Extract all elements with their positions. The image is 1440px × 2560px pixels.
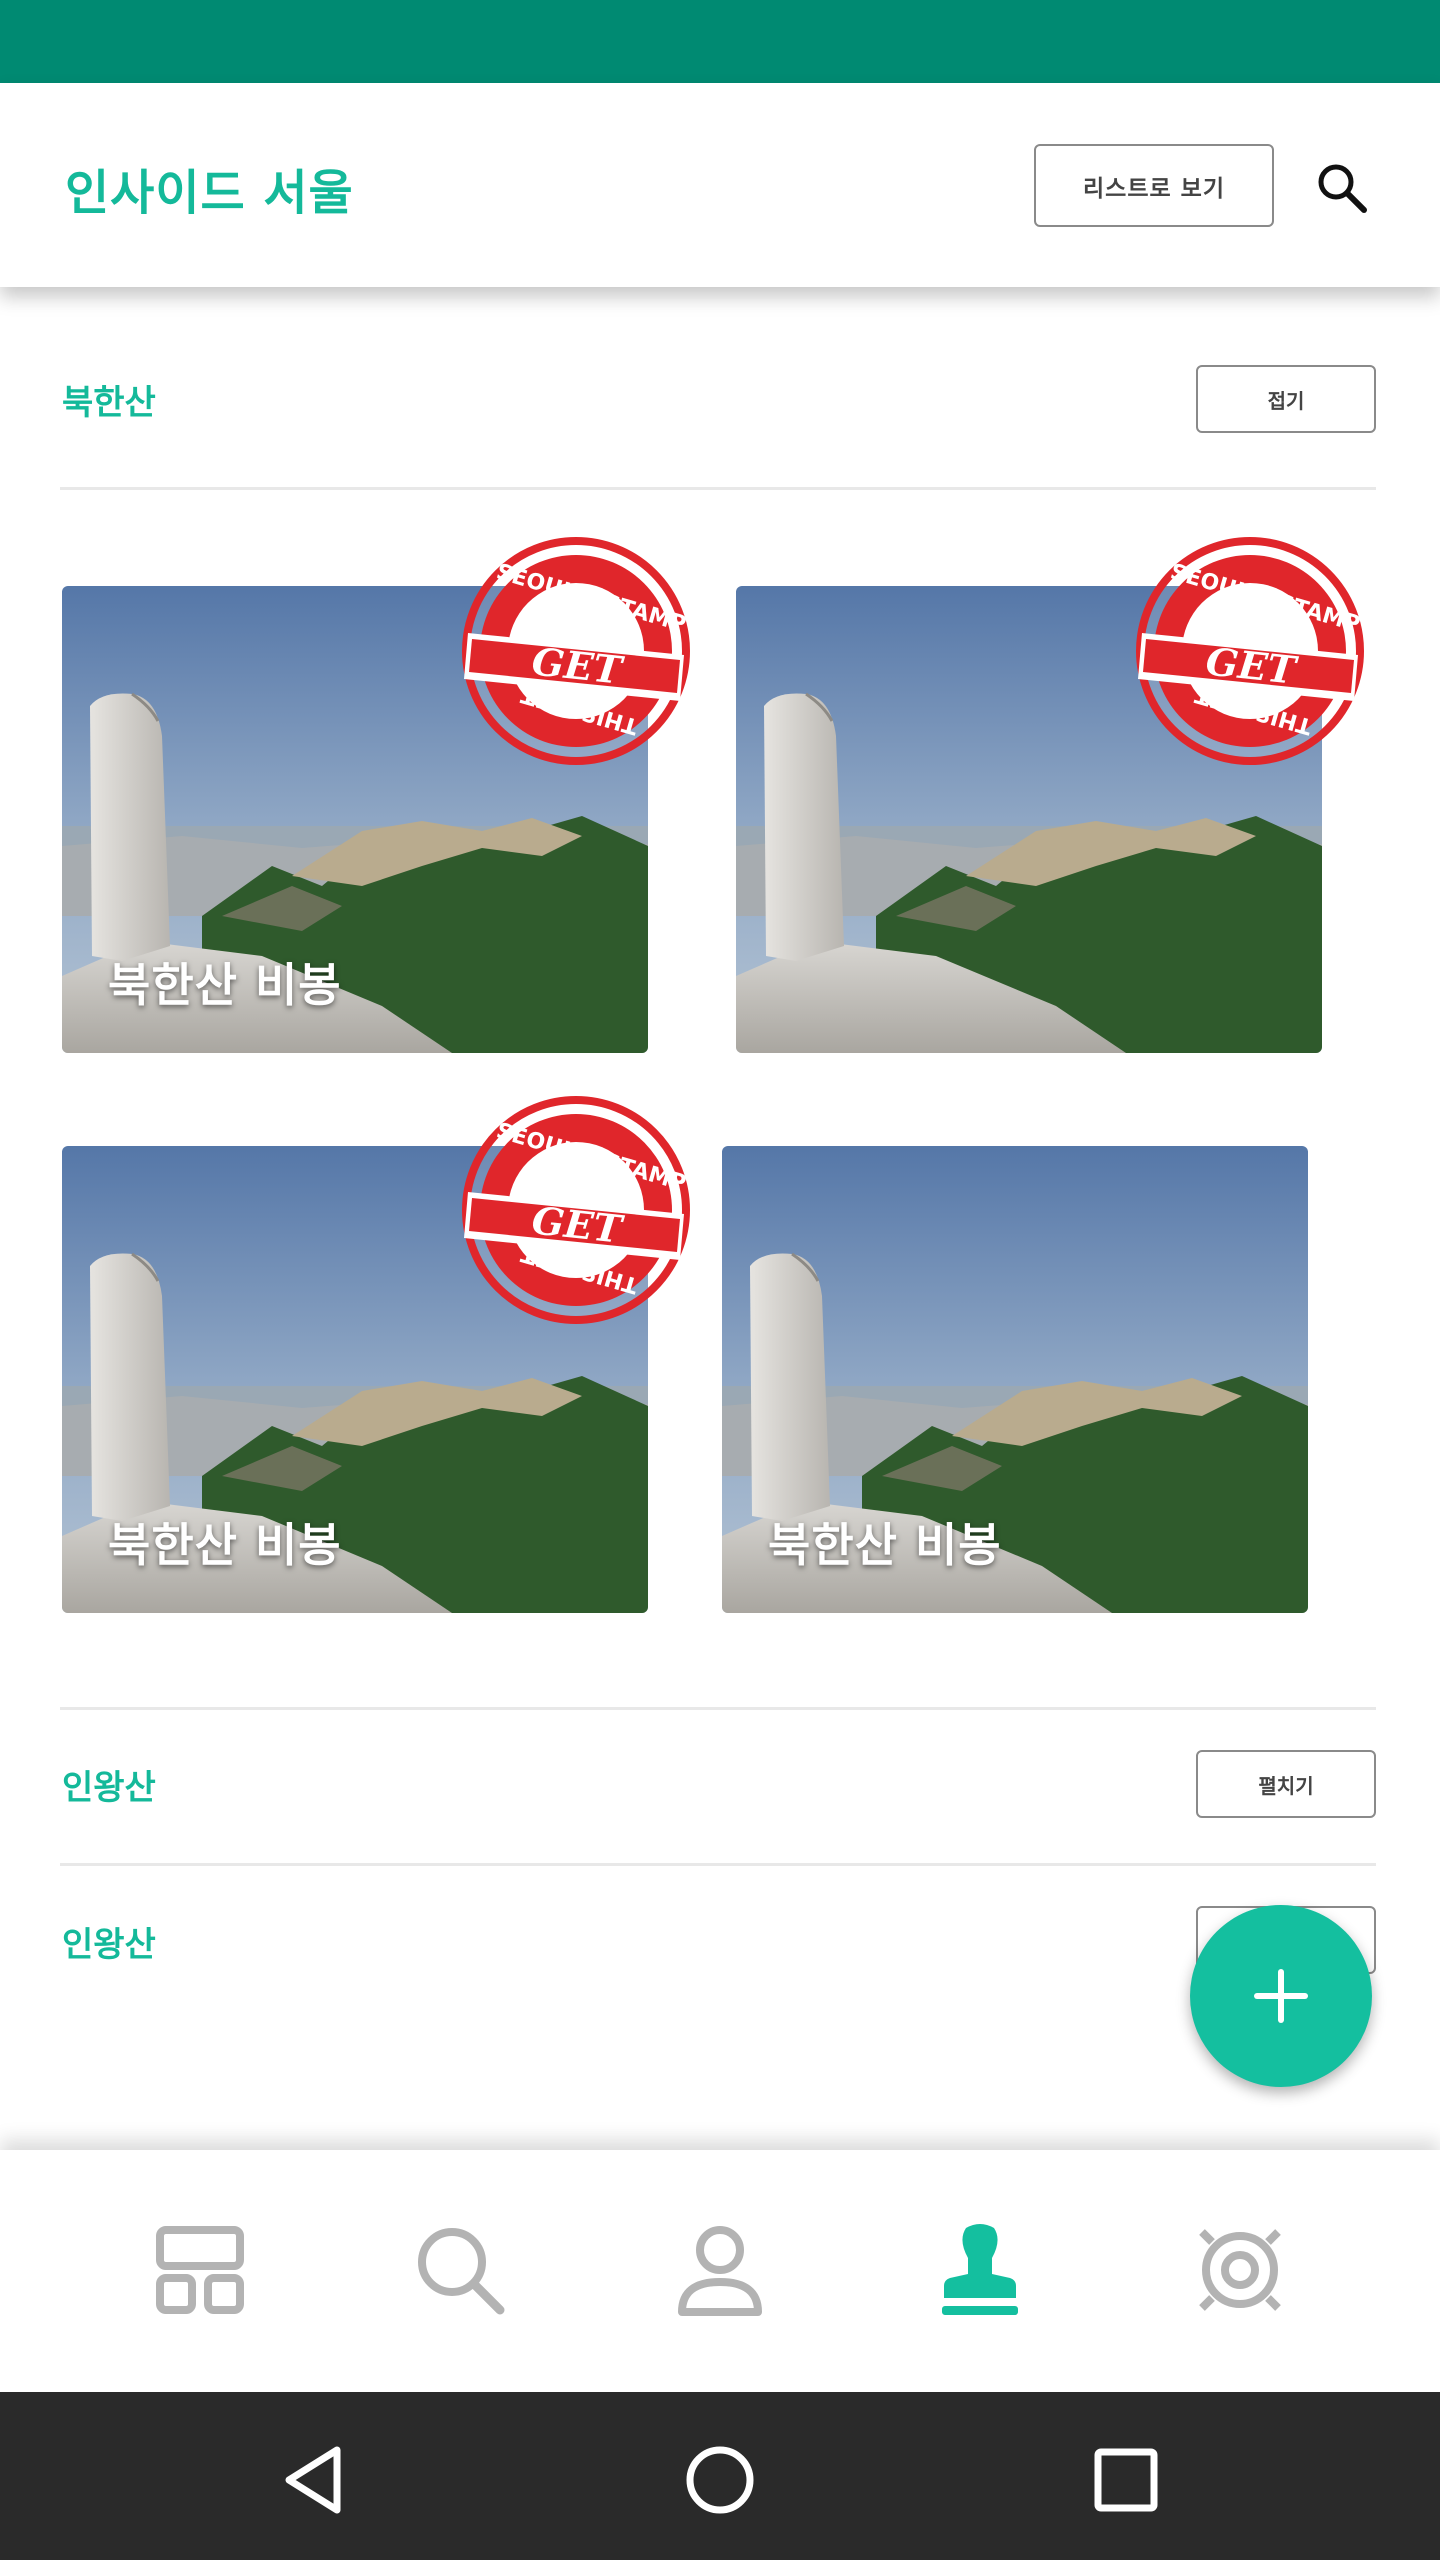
dashboard-icon: [156, 2226, 244, 2314]
back-icon[interactable]: [275, 2440, 355, 2520]
place-card-label: 북한산 비봉: [768, 1518, 1002, 1572]
place-card-label: 북한산 비봉: [108, 958, 342, 1012]
collapse-button[interactable]: 접기: [1196, 365, 1376, 433]
section-title-bukhansan: 북한산: [62, 383, 156, 423]
stamp-badge: GET SEOUL'S STAMP THIS IS IT: [458, 1092, 694, 1328]
stamp-get-text: GET: [530, 1197, 627, 1251]
settings-icon: [1199, 2229, 1281, 2311]
nav-stamp[interactable]: [930, 2220, 1030, 2320]
divider: [60, 1863, 1376, 1866]
stamp-icon: [942, 2224, 1018, 2315]
nav-search[interactable]: [410, 2220, 510, 2320]
place-card[interactable]: 북한산 비봉: [722, 1146, 1308, 1613]
divider: [60, 1707, 1376, 1710]
divider: [60, 487, 1376, 490]
stamp-badge: GET SEOUL'S STAMP THIS IS IT: [1132, 533, 1368, 769]
search-icon[interactable]: [1312, 158, 1372, 218]
search-icon: [418, 2228, 505, 2315]
stamp-badge: GET SEOUL'S STAMP THIS IS IT: [458, 533, 694, 769]
bottom-navigation: [0, 2150, 1440, 2392]
system-navigation-bar: [0, 2392, 1440, 2560]
add-button[interactable]: [1190, 1905, 1372, 2087]
status-bar: [0, 0, 1440, 83]
stamp-get-text: GET: [1204, 638, 1301, 692]
plus-icon: [1254, 1969, 1308, 2023]
nav-settings[interactable]: [1190, 2220, 1290, 2320]
stamp-get-text: GET: [530, 638, 627, 692]
section-title-inwangsan: 인왕산: [62, 1768, 156, 1808]
list-view-button[interactable]: 리스트로 보기: [1034, 144, 1274, 227]
section-title-inwangsan: 인왕산: [62, 1925, 156, 1965]
home-icon[interactable]: [680, 2440, 760, 2520]
person-icon: [678, 2226, 762, 2316]
place-card-label: 북한산 비봉: [108, 1518, 342, 1572]
expand-button[interactable]: 펼치기: [1196, 1750, 1376, 1818]
recents-icon[interactable]: [1086, 2440, 1166, 2520]
app-header: 인사이드 서울 리스트로 보기: [0, 83, 1440, 287]
nav-profile[interactable]: [670, 2220, 770, 2320]
app-title: 인사이드 서울: [65, 165, 354, 221]
nav-home[interactable]: [150, 2220, 250, 2320]
